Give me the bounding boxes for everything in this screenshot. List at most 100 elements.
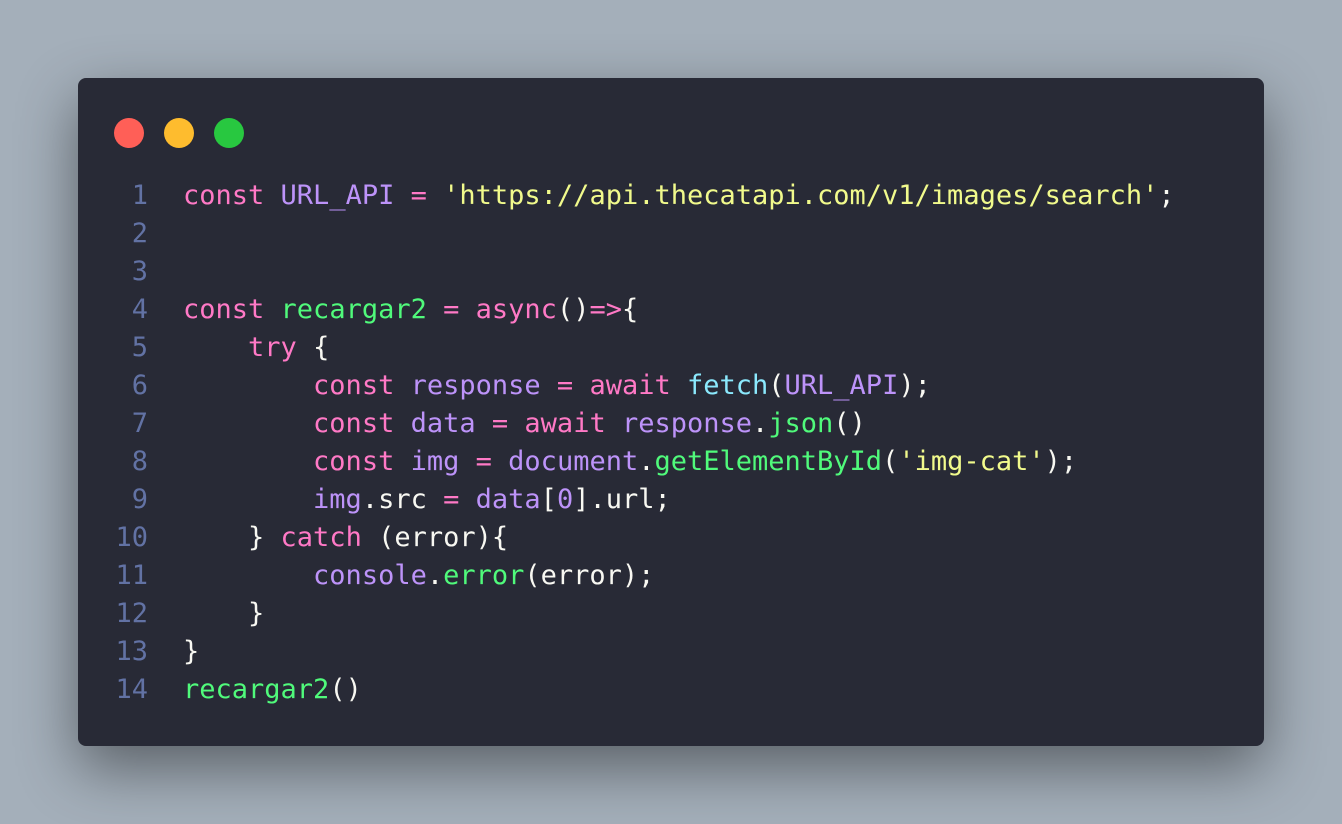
- line-number: 4: [131, 294, 148, 325]
- code-line: 10 } catch (error){: [78, 519, 1264, 557]
- code-token: =: [556, 370, 574, 401]
- code-token: fetch: [686, 370, 769, 401]
- code-token: const: [313, 408, 395, 439]
- code-text: const response = await fetch(URL_API);: [183, 367, 931, 405]
- code-token: 'img-cat': [898, 446, 1045, 477]
- close-dot-icon[interactable]: [114, 118, 144, 148]
- code-text: const data = await response.json(): [183, 405, 866, 443]
- code-token: response: [621, 408, 753, 439]
- code-line: 11 console.error(error);: [78, 557, 1264, 595]
- code-token: await: [589, 370, 671, 401]
- code-token: const: [313, 446, 395, 477]
- code-text: }: [183, 595, 264, 633]
- minimize-dot-icon[interactable]: [164, 118, 194, 148]
- line-number: 9: [131, 484, 148, 515]
- code-text: img.src = data[0].url;: [183, 481, 671, 519]
- line-number: 5: [131, 332, 148, 363]
- code-token: );: [898, 370, 931, 401]
- code-line: 3: [78, 253, 1264, 291]
- code-token: {: [621, 294, 639, 325]
- code-token: URL_API: [280, 180, 395, 211]
- code-token: }: [183, 522, 281, 553]
- code-token: img: [313, 484, 362, 515]
- code-window: 1 const URL_API = 'https://api.thecatapi.…: [78, 78, 1264, 746]
- code-line: 2: [78, 215, 1264, 253]
- code-line: 5 try {: [78, 329, 1264, 367]
- code-token: response: [410, 370, 541, 401]
- code-token: ].url;: [573, 484, 671, 515]
- code-token: error: [443, 560, 525, 591]
- maximize-dot-icon[interactable]: [214, 118, 244, 148]
- code-line: 7 const data = await response.json(): [78, 405, 1264, 443]
- code-token: async: [475, 294, 557, 325]
- code-token: ;: [1158, 180, 1175, 211]
- code-block: 1 const URL_API = 'https://api.thecatapi.…: [78, 177, 1264, 709]
- code-token: (error){: [361, 522, 509, 553]
- code-line: 6 const response = await fetch(URL_API);: [78, 367, 1264, 405]
- code-token: =: [491, 408, 509, 439]
- code-token: }: [183, 636, 200, 667]
- code-token: {: [296, 332, 330, 363]
- code-token: 0: [556, 484, 574, 515]
- code-token: document: [508, 446, 639, 477]
- code-token: img: [410, 446, 460, 477]
- code-line: 13}: [78, 633, 1264, 671]
- code-token: const: [183, 294, 265, 325]
- code-token: (): [833, 408, 866, 439]
- code-token: data: [410, 408, 476, 439]
- code-line: 8 const img = document.getElementById('i…: [78, 443, 1264, 481]
- code-line: 14 recargar2(): [78, 671, 1264, 709]
- code-token: .: [638, 446, 655, 477]
- code-token: (: [882, 446, 899, 477]
- code-token: catch: [280, 522, 362, 553]
- code-token: URL_API: [784, 370, 899, 401]
- code-text: } catch (error){: [183, 519, 508, 557]
- code-line: 4 const recargar2 = async()=>{: [78, 291, 1264, 329]
- code-text: try {: [183, 329, 329, 367]
- code-token: =: [443, 294, 460, 325]
- code-token: (error);: [524, 560, 655, 591]
- code-token: .: [752, 408, 769, 439]
- line-number: 7: [131, 408, 148, 439]
- code-token: try: [248, 332, 297, 363]
- line-number: 11: [115, 560, 148, 591]
- code-token: await: [524, 408, 606, 439]
- code-token: json: [768, 408, 834, 439]
- line-number: 2: [131, 218, 148, 249]
- code-token: console: [313, 560, 427, 591]
- code-token: );: [1044, 446, 1078, 477]
- line-number: 10: [115, 522, 148, 553]
- code-line: 1 const URL_API = 'https://api.thecatapi.…: [78, 177, 1264, 215]
- code-line: 9 img.src = data[0].url;: [78, 481, 1264, 519]
- code-text: recargar2(): [183, 671, 362, 709]
- code-token: data: [475, 484, 541, 515]
- code-token: const: [183, 180, 265, 211]
- line-number: 3: [131, 256, 148, 287]
- line-number: 12: [115, 598, 148, 629]
- code-text: }: [183, 633, 199, 671]
- code-line: 12 }: [78, 595, 1264, 633]
- code-token: recargar2: [183, 674, 330, 705]
- line-number: 8: [131, 446, 148, 477]
- line-number: 14: [115, 674, 148, 705]
